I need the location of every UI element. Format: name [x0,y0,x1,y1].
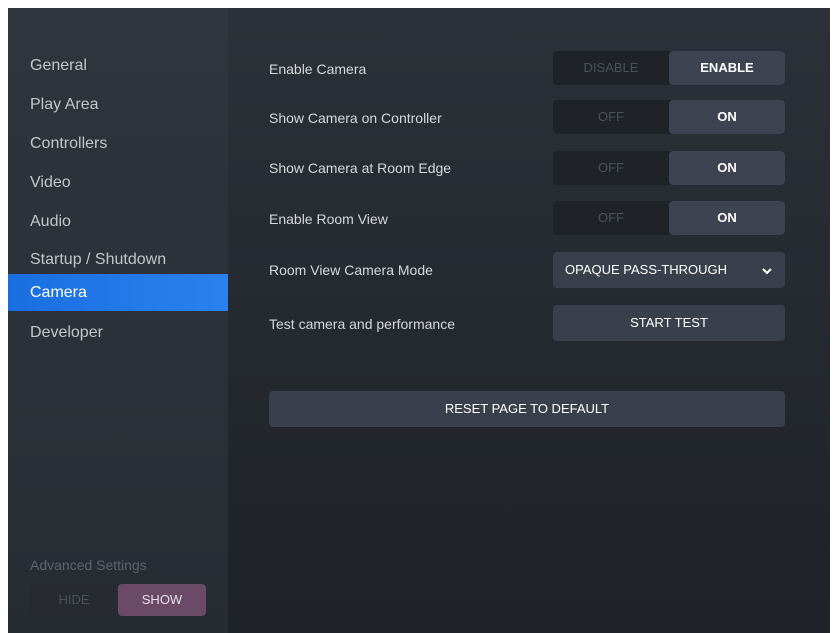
enable-camera-label: Enable Camera [269,61,367,77]
room-view-camera-mode-label: Room View Camera Mode [269,262,433,278]
sidebar-item-video[interactable]: Video [8,164,233,201]
sidebar-item-general[interactable]: General [8,47,233,84]
enable-room-view-toggle: OFF ON [553,201,785,235]
sidebar: General Play Area Controllers Video Audi… [8,8,233,633]
room-view-camera-mode-dropdown[interactable]: OPAQUE PASS-THROUGH [553,252,785,288]
start-test-button[interactable]: START TEST [553,305,785,341]
enable-camera-enable-option[interactable]: ENABLE [669,51,785,85]
room-view-camera-mode-value: OPAQUE PASS-THROUGH [565,262,728,277]
show-camera-at-room-edge-on-option[interactable]: ON [669,151,785,185]
settings-window: General Play Area Controllers Video Audi… [8,8,830,633]
camera-settings-panel: Enable Camera DISABLE ENABLE Show Camera… [228,8,830,633]
sidebar-item-camera[interactable]: Camera [8,274,233,311]
show-camera-on-controller-on-option[interactable]: ON [669,100,785,134]
enable-room-view-label: Enable Room View [269,211,388,227]
enable-room-view-on-option[interactable]: ON [669,201,785,235]
chevron-down-icon [761,252,773,288]
show-camera-on-controller-off-option[interactable]: OFF [553,100,669,134]
advanced-settings-toggle: HIDE SHOW [30,584,206,616]
enable-camera-toggle: DISABLE ENABLE [553,51,785,85]
enable-camera-disable-option[interactable]: DISABLE [553,51,669,85]
advanced-hide-option[interactable]: HIDE [30,584,118,616]
reset-page-button[interactable]: RESET PAGE TO DEFAULT [269,391,785,427]
sidebar-item-startup-shutdown[interactable]: Startup / Shutdown [8,241,233,278]
sidebar-item-controllers[interactable]: Controllers [8,125,233,162]
show-camera-on-controller-label: Show Camera on Controller [269,110,442,126]
advanced-settings-label: Advanced Settings [30,557,147,573]
sidebar-item-play-area[interactable]: Play Area [8,86,233,123]
test-camera-label: Test camera and performance [269,316,455,332]
sidebar-item-audio[interactable]: Audio [8,203,233,240]
sidebar-item-developer[interactable]: Developer [8,314,233,351]
show-camera-at-room-edge-toggle: OFF ON [553,151,785,185]
show-camera-on-controller-toggle: OFF ON [553,100,785,134]
show-camera-at-room-edge-label: Show Camera at Room Edge [269,160,452,176]
show-camera-at-room-edge-off-option[interactable]: OFF [553,151,669,185]
enable-room-view-off-option[interactable]: OFF [553,201,669,235]
advanced-show-option[interactable]: SHOW [118,584,206,616]
